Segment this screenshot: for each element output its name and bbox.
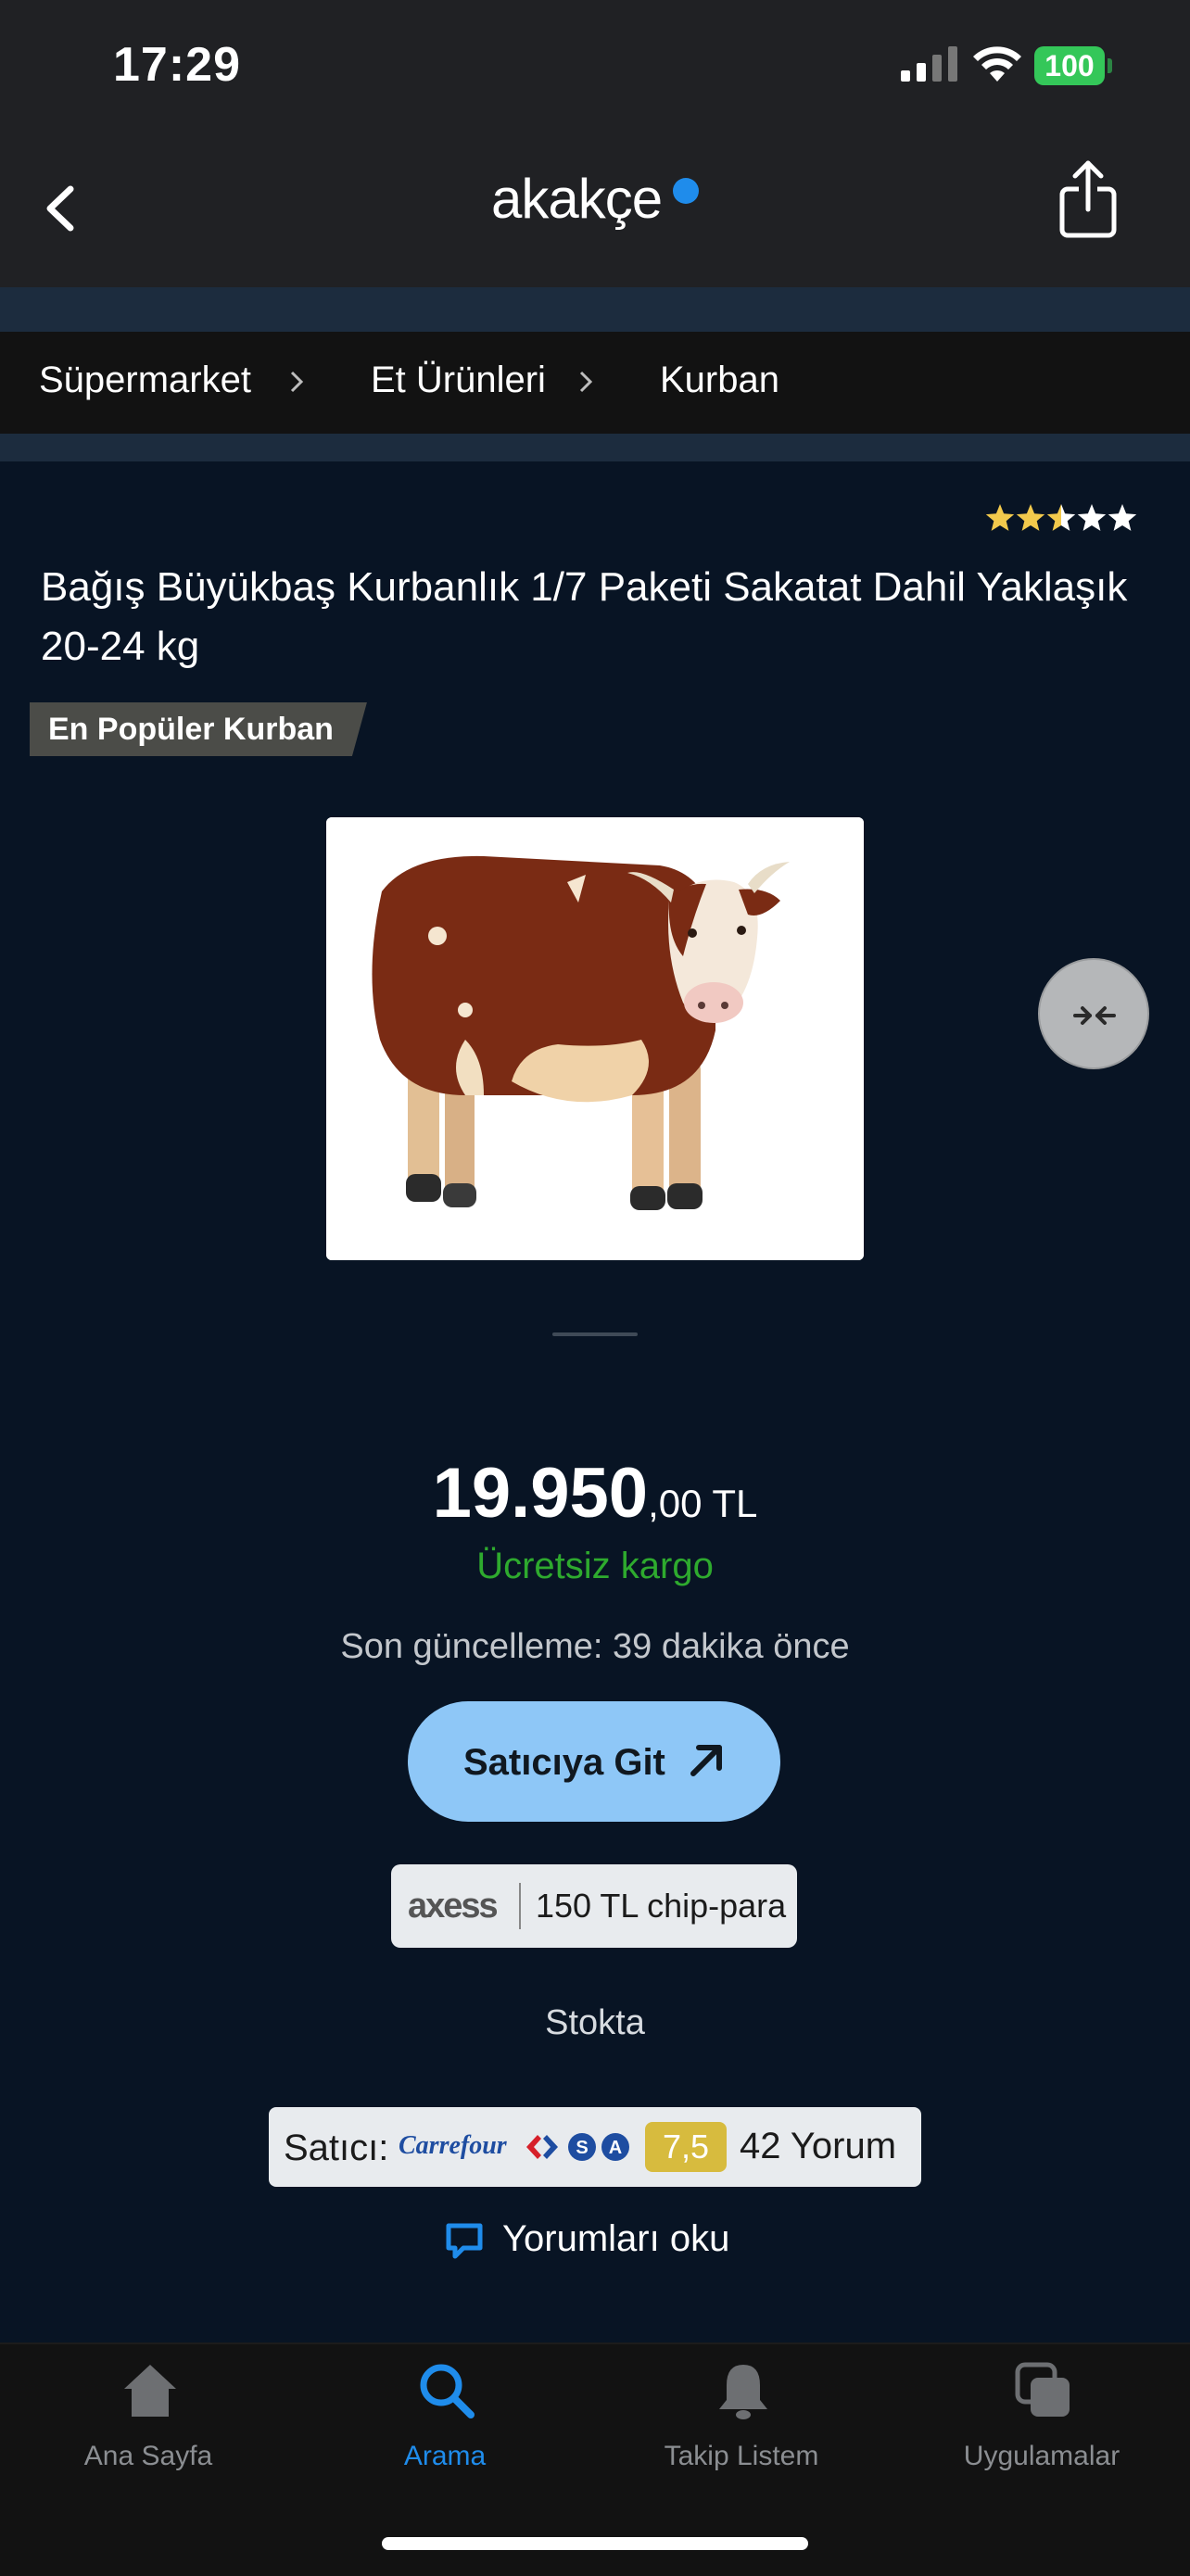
star-icon — [1046, 504, 1076, 531]
home-icon — [124, 2365, 176, 2417]
svg-text:S: S — [576, 2138, 588, 2158]
back-button[interactable] — [37, 176, 83, 241]
seller-review-count[interactable]: 42 Yorum — [740, 2126, 896, 2167]
home-indicator[interactable] — [382, 2537, 808, 2550]
tab-search[interactable]: Arama — [315, 2361, 575, 2481]
arrow-up-right-icon — [690, 1745, 722, 1776]
go-to-seller-button[interactable]: Satıcıya Git — [408, 1701, 780, 1822]
breadcrumb-band-bottom — [0, 434, 1190, 461]
star-icon — [985, 504, 1015, 531]
price-main: 19.950 — [432, 1454, 649, 1533]
status-time: 17:29 — [113, 38, 241, 92]
promo-text: 150 TL chip-para — [536, 1887, 787, 1925]
image-pager — [552, 1332, 638, 1336]
compare-button[interactable] — [1038, 958, 1149, 1069]
axess-logo: axess — [408, 1887, 499, 1926]
read-reviews-label: Yorumları oku — [502, 2218, 730, 2259]
star-icon — [1108, 504, 1137, 531]
breadcrumb-item-et-urunleri[interactable]: Et Ürünleri — [371, 360, 546, 401]
apps-icon — [1015, 2362, 1070, 2417]
battery-level: 100 — [1034, 46, 1105, 85]
last-update: Son güncelleme: 39 dakika önce — [340, 1627, 850, 1666]
carrefoursa-logo: S A — [526, 2133, 629, 2161]
seller-score-badge: 7,5 — [645, 2122, 727, 2172]
verified-check-icon — [673, 178, 699, 204]
cow-illustration — [326, 817, 864, 1260]
tab-search-label: Arama — [403, 2441, 487, 2471]
battery-tip — [1108, 58, 1112, 73]
popular-badge: En Popüler Kurban — [30, 702, 367, 756]
product-title: Bağış Büyükbaş Kurbanlık 1/7 Paketi Saka… — [41, 564, 1128, 669]
tab-apps[interactable]: Uygulamalar — [912, 2361, 1171, 2481]
seller-label: Satıcı: — [284, 2128, 389, 2168]
chevron-right-icon — [290, 371, 304, 393]
star-icon — [1016, 504, 1045, 531]
promo-divider — [519, 1883, 521, 1929]
tab-home[interactable]: Ana Sayfa — [19, 2361, 278, 2481]
price: 19.950,00 TL — [0, 1453, 1190, 1534]
stock-status: Stokta — [545, 2003, 645, 2042]
chevron-right-icon — [579, 371, 593, 393]
akakce-logo[interactable]: akakçe — [491, 167, 663, 241]
breadcrumb-band-top — [0, 287, 1190, 332]
breadcrumb-item-kurban[interactable]: Kurban — [660, 360, 779, 401]
product-image[interactable] — [326, 817, 864, 1260]
signal-icon — [901, 46, 957, 82]
battery-icon: 100 — [1034, 46, 1112, 85]
search-icon — [420, 2364, 475, 2418]
tab-home-label: Ana Sayfa — [83, 2441, 213, 2471]
wifi-icon — [973, 46, 1021, 82]
go-to-seller-label: Satıcıya Git — [463, 1742, 665, 1783]
star-icon — [1077, 504, 1107, 531]
price-decimal: ,00 TL — [648, 1482, 758, 1525]
carrefour-logo: Carrefour — [399, 2131, 507, 2160]
axess-promo[interactable]: axess 150 TL chip-para — [391, 1864, 797, 1948]
share-button[interactable] — [1057, 158, 1120, 241]
comment-icon — [446, 2223, 483, 2259]
tab-watchlist[interactable]: Takip Listem — [612, 2361, 871, 2481]
tab-apps-label: Uygulamalar — [963, 2441, 1120, 2471]
svg-text:A: A — [609, 2138, 622, 2158]
breadcrumb-item-supermarket[interactable]: Süpermarket — [39, 360, 251, 401]
rating-stars[interactable] — [984, 502, 1138, 536]
bell-icon — [719, 2365, 767, 2419]
tab-watchlist-label: Takip Listem — [664, 2441, 819, 2471]
shipping-info: Ücretsiz kargo — [476, 1546, 714, 1586]
seller-box[interactable]: Satıcı: Carrefour S A 7,5 42 Yorum — [269, 2107, 921, 2187]
